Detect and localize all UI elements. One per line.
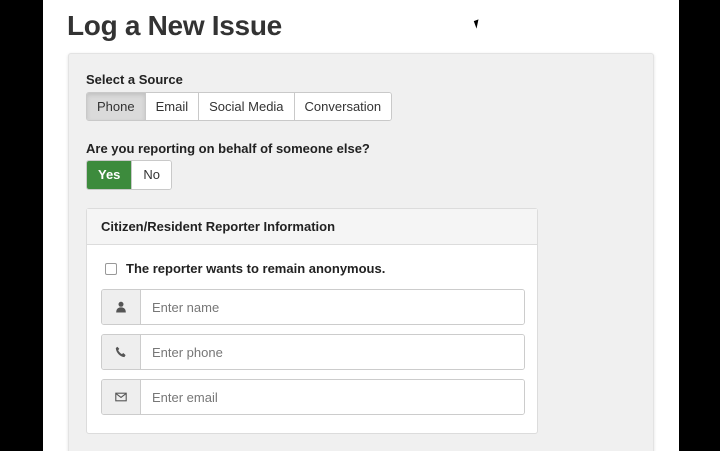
behalf-question: Are you reporting on behalf of someone e… [86, 141, 370, 156]
source-phone-button[interactable]: Phone [87, 93, 146, 120]
user-icon [102, 290, 141, 324]
page: Log a New Issue Select a Source Phone Em… [43, 0, 679, 451]
behalf-toggle: Yes No [86, 160, 173, 190]
envelope-icon [102, 380, 141, 414]
page-title: Log a New Issue [67, 10, 282, 41]
source-button-group: Phone Email Social Media Conversation [86, 92, 393, 121]
issue-form: Select a Source Phone Email Social Media… [68, 53, 654, 451]
phone-input[interactable] [141, 335, 524, 369]
behalf-yes-button[interactable]: Yes [87, 161, 133, 189]
phone-input-group [101, 334, 525, 370]
name-input[interactable] [141, 290, 524, 324]
anonymous-row: The reporter wants to remain anonymous. [105, 261, 385, 276]
reporter-info-panel: Citizen/Resident Reporter Information Th… [86, 208, 538, 434]
source-email-button[interactable]: Email [145, 93, 200, 120]
source-label: Select a Source [86, 72, 183, 87]
source-social-media-button[interactable]: Social Media [199, 93, 295, 120]
mouse-cursor-icon [473, 19, 482, 29]
email-input-group [101, 379, 525, 415]
anonymous-checkbox[interactable] [105, 262, 117, 275]
behalf-no-button[interactable]: No [132, 161, 172, 189]
source-conversation-button[interactable]: Conversation [294, 93, 392, 120]
phone-icon [102, 335, 141, 369]
reporter-panel-heading: Citizen/Resident Reporter Information [87, 209, 537, 245]
anonymous-label: The reporter wants to remain anonymous. [126, 261, 386, 276]
email-input[interactable] [141, 380, 524, 414]
name-input-group [101, 289, 525, 325]
